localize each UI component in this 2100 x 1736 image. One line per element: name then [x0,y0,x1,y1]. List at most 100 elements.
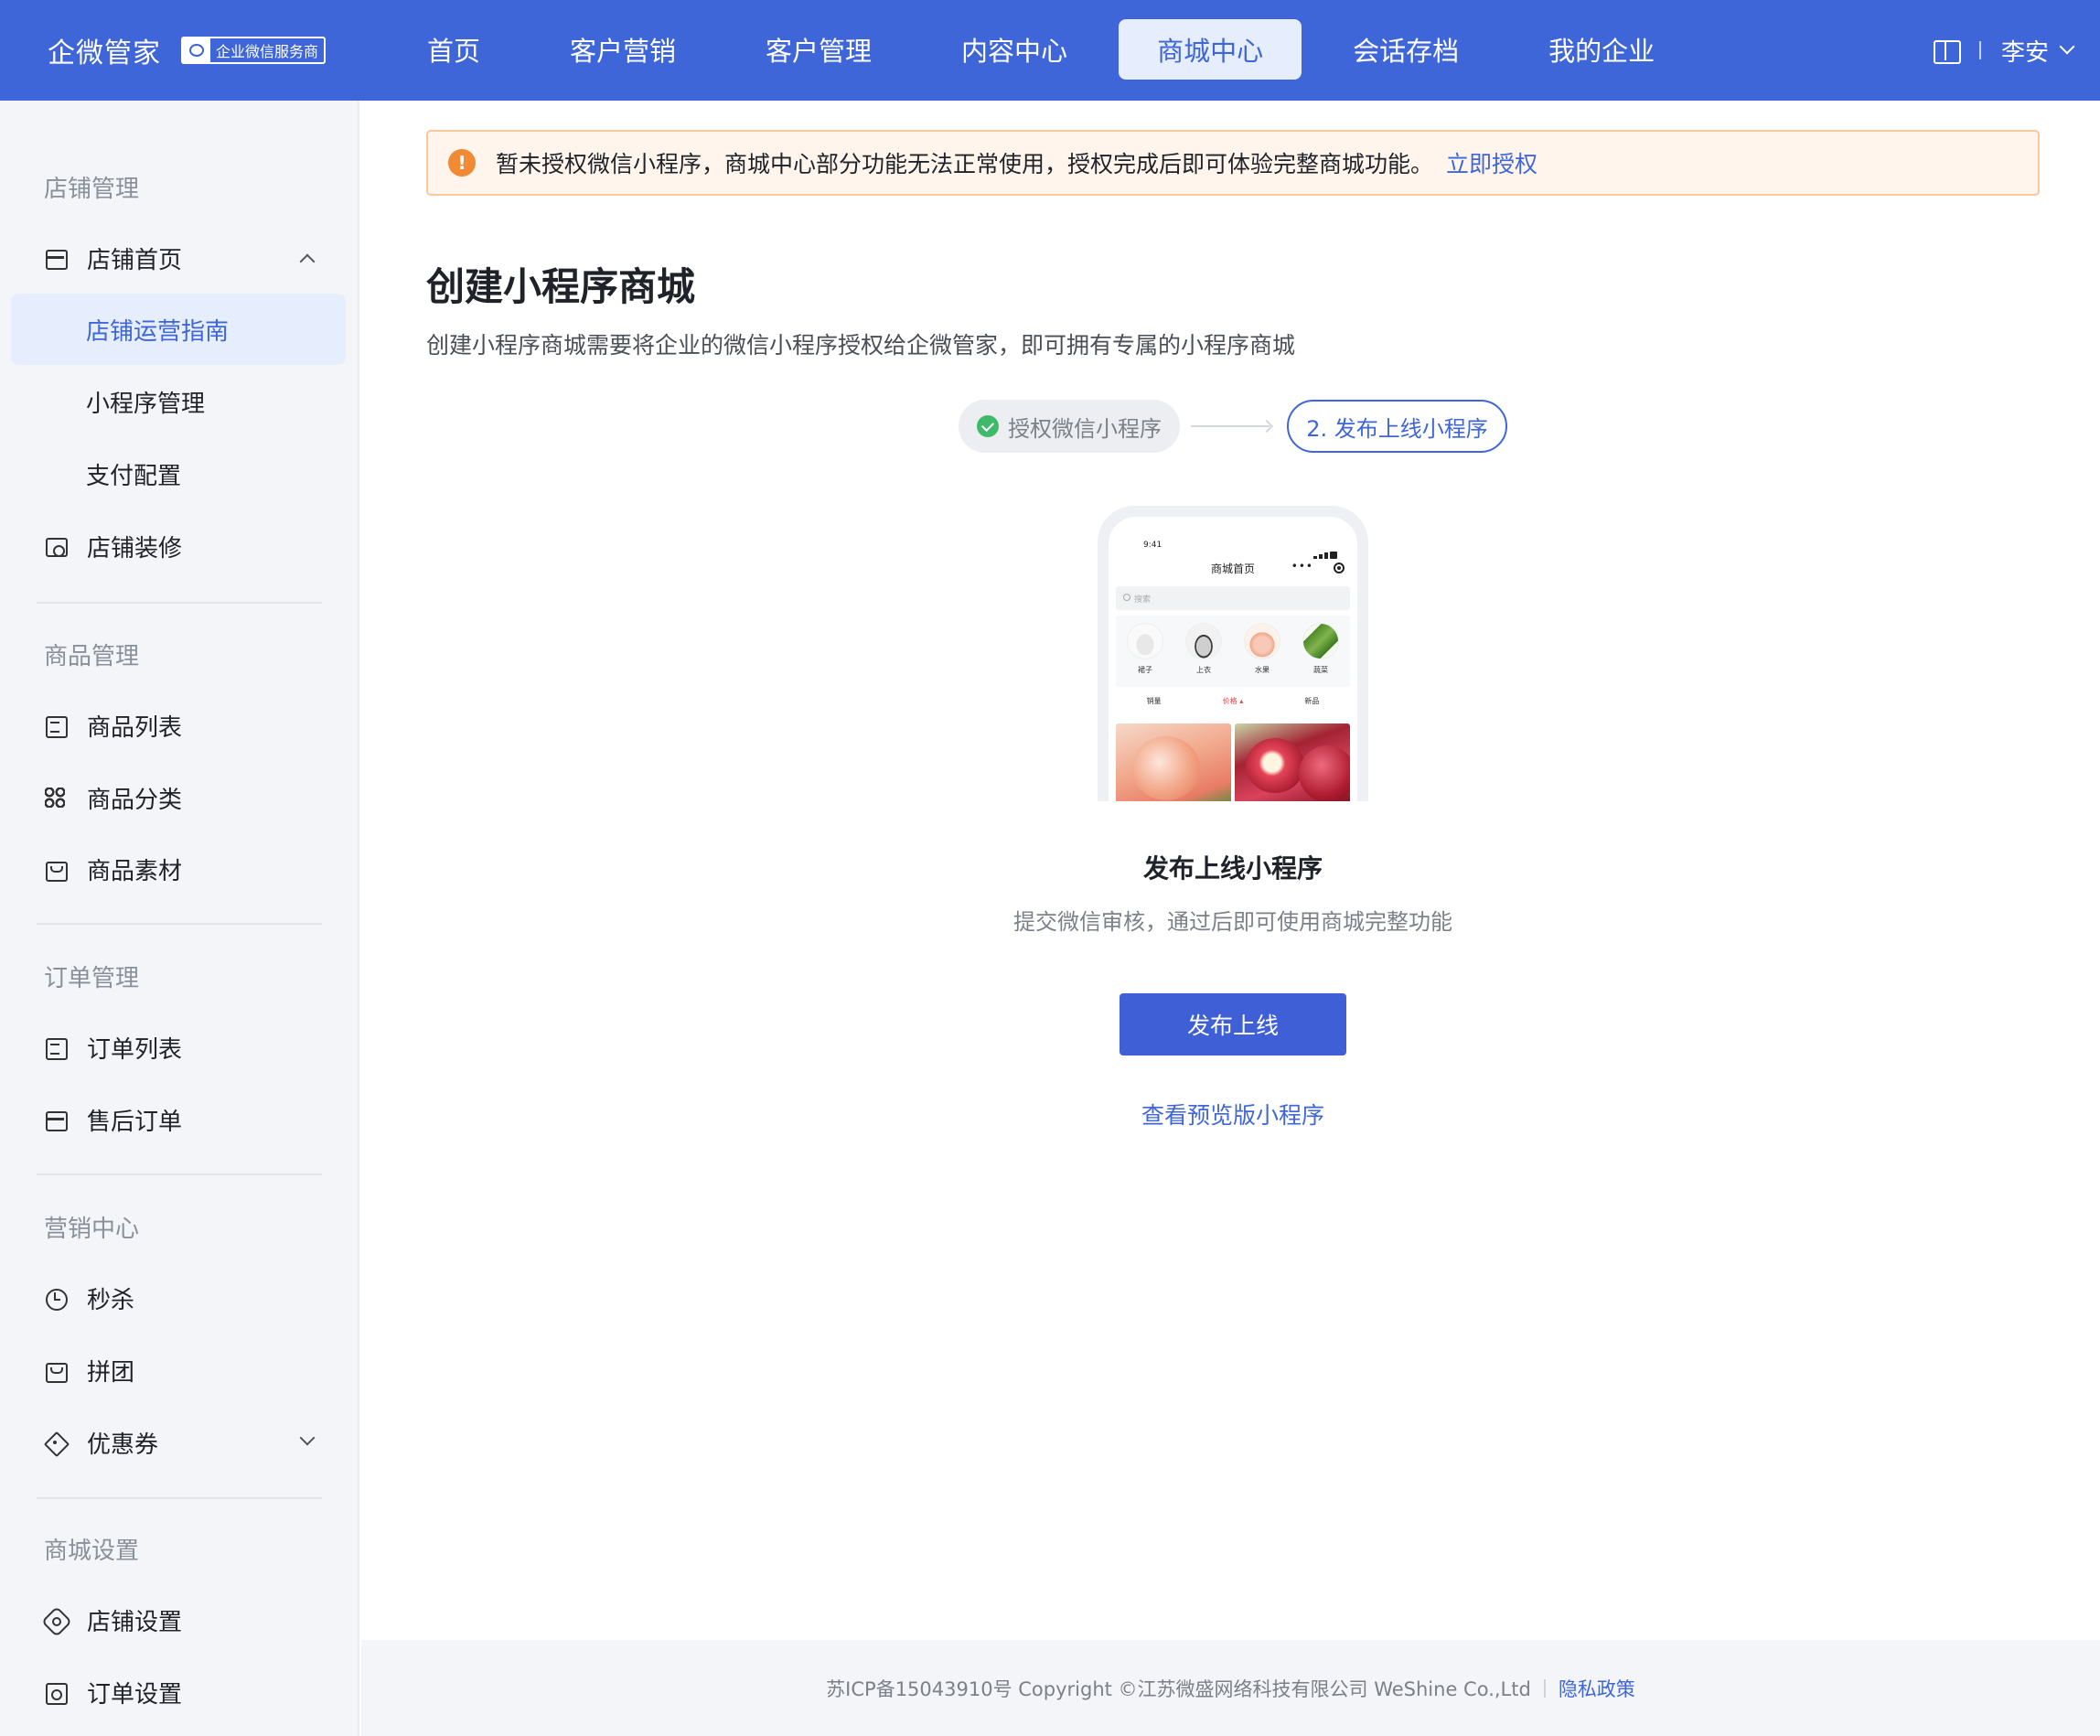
sidebar-item-shop-decor[interactable]: 店铺装修 [11,510,346,582]
phone-time: 9:41 [1143,541,1162,550]
sidebar-item-aftersale-order[interactable]: 售后订单 [11,1084,346,1155]
category-item: 上衣 [1185,623,1222,687]
sidebar-item-label: 店铺装修 [87,534,183,563]
nav-chat-archive[interactable]: 会话存档 [1314,19,1497,80]
group-title-order: 订单管理 [44,965,140,992]
brand-name: 企微管家 [48,38,161,70]
decoration-icon [45,536,68,557]
top-image [1185,623,1222,659]
sidebar-item-product-material[interactable]: 商品素材 [11,833,346,905]
apple-shape [1299,745,1350,801]
footer: 苏ICP备15043910号 Copyright ©江苏微盛网络科技有限公司 W… [361,1640,2100,1736]
chevron-down-icon[interactable] [2059,38,2075,55]
sort-tab: 销量 [1146,697,1162,705]
sort-tab-label: 价格 [1222,697,1238,705]
phone-categories: 裙子 上衣 水果 蔬菜 [1116,616,1350,687]
sidebar-item-label: 优惠券 [87,1431,159,1459]
page-title: 创建小程序商城 [426,264,696,309]
sidebar-item-miniapp-manage[interactable]: 小程序管理 [11,366,346,437]
category-item: 水果 [1244,623,1280,687]
category-item: 裙子 [1127,623,1163,687]
sidebar-item-label: 店铺首页 [87,246,183,274]
sidebar-item-label: 订单设置 [87,1680,183,1709]
sidebar-item-flash-sale[interactable]: 秒杀 [11,1262,346,1334]
user-name[interactable]: 李安 [2001,34,2049,68]
step-authorize: 授权微信小程序 [959,400,1180,453]
step-label: 授权微信小程序 [1008,415,1162,442]
sidebar-item-order-list[interactable]: 订单列表 [11,1012,346,1083]
flash-sale-icon [45,1288,68,1311]
nav-customer-management[interactable]: 客户管理 [727,19,910,80]
section-title: 发布上线小程序 [1142,853,1323,884]
publish-button[interactable]: 发布上线 [1120,993,1346,1056]
privacy-policy-link[interactable]: 隐私政策 [1559,1675,1635,1702]
user-area: 李安 [1932,27,2075,73]
peach-shape [1132,736,1200,800]
wecom-logo-icon [183,38,210,62]
top-navbar: 企微管家 企业微信服务商 首页 客户营销 客户管理 内容中心 商城中心 会话存档… [0,0,2100,101]
order-settings-icon [45,1682,68,1705]
category-item: 蔬菜 [1302,623,1339,687]
apple-half-shape [1246,738,1304,793]
authorize-now-link[interactable]: 立即授权 [1446,146,1538,179]
sort-tab: 新品 [1304,697,1320,705]
group-title-product: 商品管理 [44,643,140,670]
signal-icon [1313,541,1341,559]
step-label: 2. 发布上线小程序 [1306,415,1488,442]
sidebar-item-shop-settings[interactable]: 店铺设置 [11,1584,346,1656]
category-label: 蔬菜 [1313,666,1328,674]
nav-content-center[interactable]: 内容中心 [923,19,1106,80]
divider [37,1497,322,1499]
chevron-up-icon[interactable] [299,253,316,270]
nav-home[interactable]: 首页 [389,19,519,80]
phone-screen: 9:41 商城首页 ••• 搜索 裙子 上衣 水果 蔬菜 销量 价格 ▴ 新品 [1109,517,1357,801]
list-icon [45,715,68,738]
store-icon [45,248,68,270]
divider [37,1173,322,1175]
sidebar-item-product-list[interactable]: 商品列表 [11,690,346,761]
footer-copyright: 苏ICP备15043910号 Copyright ©江苏微盛网络科技有限公司 W… [826,1677,1531,1700]
group-title-marketing: 营销中心 [44,1216,140,1243]
alert-text: 暂未授权微信小程序，商城中心部分功能无法正常使用，授权完成后即可体验完整商城功能… [496,151,1434,177]
sidebar-item-label: 商品列表 [87,713,183,742]
sidebar-item-shop-guide[interactable]: 店铺运营指南 [11,294,346,365]
sidebar-item-coupon[interactable]: 优惠券 [11,1407,346,1478]
info-icon: ! [448,149,476,177]
sidebar-item-label: 店铺运营指南 [86,317,230,346]
fruit-image [1244,623,1280,659]
divider [37,602,322,604]
chevron-down-icon[interactable] [299,1430,316,1446]
category-label: 裙子 [1138,666,1152,674]
book-icon[interactable] [1932,38,1961,64]
phone-sort-tabs: 销量 价格 ▴ 新品 [1116,696,1350,714]
nav-customer-marketing[interactable]: 客户营销 [531,19,714,80]
service-provider-badge: 企业微信服务商 [181,37,327,64]
sidebar-item-label: 小程序管理 [86,390,206,418]
sidebar: 店铺管理 店铺首页 店铺运营指南 小程序管理 支付配置 店铺装修 商品管理 商品… [0,101,359,1736]
settings-icon [45,1610,65,1630]
phone-product-grid [1116,723,1350,801]
divider [1543,1678,1546,1698]
phone-preview: 9:41 商城首页 ••• 搜索 裙子 上衣 水果 蔬菜 销量 价格 ▴ 新品 [1098,506,1368,801]
sidebar-item-label: 售后订单 [87,1108,183,1136]
sidebar-item-shop-home[interactable]: 店铺首页 [11,222,346,294]
order-icon [45,1037,68,1060]
sidebar-item-product-category[interactable]: 商品分类 [11,762,346,833]
phone-search: 搜索 [1116,586,1350,610]
sidebar-item-payment-config[interactable]: 支付配置 [11,438,346,509]
arrow-right-icon [1191,425,1270,427]
divider [1978,41,1981,59]
authorization-alert: ! 暂未授权微信小程序，商城中心部分功能无法正常使用，授权完成后即可体验完整商城… [426,130,2040,196]
sidebar-item-order-settings[interactable]: 订单设置 [11,1656,346,1728]
nav-mall-center[interactable]: 商城中心 [1119,19,1302,80]
category-label: 上衣 [1196,666,1211,674]
divider [37,923,322,925]
sidebar-item-group-buy[interactable]: 拼团 [11,1334,346,1406]
preview-miniapp-link[interactable]: 查看预览版小程序 [959,1098,1507,1131]
nav-my-enterprise[interactable]: 我的企业 [1510,19,1693,80]
sidebar-item-label: 支付配置 [86,462,182,490]
sidebar-item-label: 商品素材 [87,857,183,885]
brand[interactable]: 企微管家 企业微信服务商 [48,27,327,73]
dress-image [1127,623,1163,659]
material-icon [45,859,68,882]
